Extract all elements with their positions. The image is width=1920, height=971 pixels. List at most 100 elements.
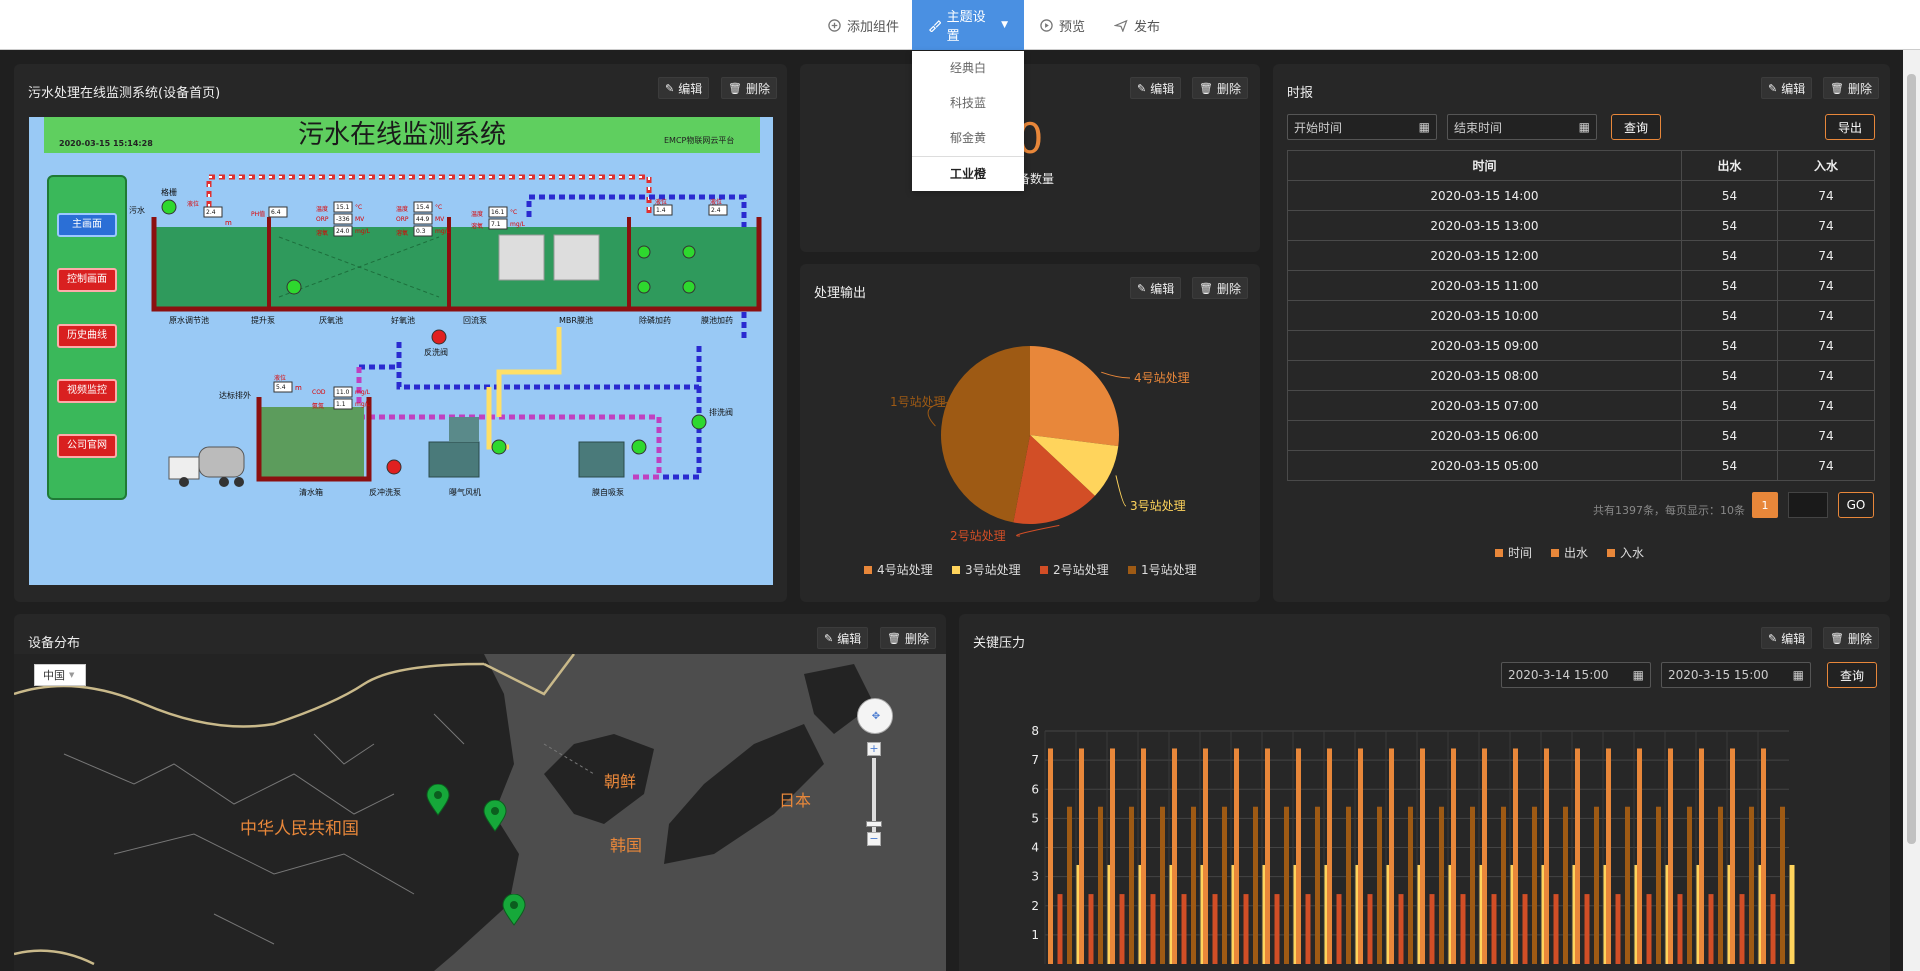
report-query-button[interactable]: 查询 bbox=[1611, 114, 1661, 140]
device-count-delete-button[interactable]: 🗑 删除 bbox=[1192, 77, 1248, 99]
report-legend-item[interactable]: 入水 bbox=[1607, 544, 1644, 561]
bar[interactable] bbox=[1482, 748, 1487, 964]
bar[interactable] bbox=[1119, 894, 1125, 964]
scrollbar-thumb[interactable] bbox=[1907, 74, 1916, 844]
bar[interactable] bbox=[1637, 748, 1642, 964]
bar[interactable] bbox=[1088, 894, 1094, 964]
bar[interactable] bbox=[1780, 806, 1785, 964]
bar[interactable] bbox=[1389, 748, 1394, 964]
map-region-select[interactable]: 中国 ▼ bbox=[34, 664, 86, 686]
map-zoom-out-button[interactable]: − bbox=[867, 832, 881, 846]
bar[interactable] bbox=[1203, 748, 1208, 964]
bar[interactable] bbox=[1770, 894, 1776, 964]
theme-option-tech-blue[interactable]: 科技蓝 bbox=[912, 86, 1024, 121]
bar[interactable] bbox=[1615, 894, 1621, 964]
bar[interactable] bbox=[1656, 806, 1661, 964]
bar[interactable] bbox=[1522, 894, 1528, 964]
map-pan-control[interactable]: ✥ bbox=[857, 698, 893, 734]
bar[interactable] bbox=[1160, 806, 1165, 964]
scada-edit-button[interactable]: ✎ 编辑 bbox=[658, 77, 710, 99]
bar[interactable] bbox=[1377, 806, 1382, 964]
bar[interactable] bbox=[1625, 806, 1630, 964]
bar[interactable] bbox=[1513, 748, 1518, 964]
bar[interactable] bbox=[1789, 864, 1795, 964]
bar[interactable] bbox=[1265, 748, 1270, 964]
report-end-time-input[interactable]: 结束时间 ▦ bbox=[1447, 114, 1597, 140]
bar[interactable] bbox=[1544, 748, 1549, 964]
bar[interactable] bbox=[1439, 806, 1444, 964]
bar[interactable] bbox=[1253, 806, 1258, 964]
bar[interactable] bbox=[1677, 894, 1683, 964]
bar[interactable] bbox=[1584, 894, 1590, 964]
bar[interactable] bbox=[1408, 806, 1413, 964]
pie-legend-item[interactable]: 3号站处理 bbox=[952, 561, 1021, 578]
device-count-edit-button[interactable]: ✎ 编辑 bbox=[1130, 77, 1182, 99]
publish-button[interactable]: 发布 bbox=[1114, 0, 1160, 50]
pie-slice[interactable] bbox=[941, 346, 1030, 523]
bar[interactable] bbox=[1420, 748, 1425, 964]
pie-legend-item[interactable]: 1号站处理 bbox=[1128, 561, 1197, 578]
bar[interactable] bbox=[1367, 894, 1373, 964]
preview-button[interactable]: 预览 bbox=[1040, 0, 1085, 50]
bar[interactable] bbox=[1150, 894, 1156, 964]
scada-delete-button[interactable]: 🗑 删除 bbox=[721, 77, 777, 99]
report-legend-item[interactable]: 时间 bbox=[1495, 544, 1532, 561]
bar[interactable] bbox=[1708, 894, 1714, 964]
bar[interactable] bbox=[1181, 894, 1187, 964]
bar[interactable] bbox=[1048, 748, 1053, 964]
bar[interactable] bbox=[1761, 748, 1766, 964]
map-marker-icon[interactable] bbox=[426, 784, 450, 816]
bar[interactable] bbox=[1346, 806, 1351, 964]
bar[interactable] bbox=[1079, 748, 1084, 964]
bar[interactable] bbox=[1575, 748, 1580, 964]
map-view[interactable]: 中国 ▼ 中华人民共和国 朝鲜 韩国 日本 ✥ + − bbox=[14, 654, 946, 971]
bar[interactable] bbox=[1460, 894, 1466, 964]
theme-option-classic-white[interactable]: 经典白 bbox=[912, 51, 1024, 86]
map-zoom-in-button[interactable]: + bbox=[867, 742, 881, 756]
bar[interactable] bbox=[1129, 806, 1134, 964]
report-start-time-input[interactable]: 开始时间 ▦ bbox=[1287, 114, 1437, 140]
bar[interactable] bbox=[1718, 806, 1723, 964]
bar[interactable] bbox=[1336, 894, 1342, 964]
bar[interactable] bbox=[1451, 748, 1456, 964]
bar[interactable] bbox=[1222, 806, 1227, 964]
report-edit-button[interactable]: ✎ 编辑 bbox=[1761, 77, 1813, 99]
bar[interactable] bbox=[1234, 748, 1239, 964]
bar[interactable] bbox=[1699, 748, 1704, 964]
map-marker-icon[interactable] bbox=[502, 894, 526, 926]
bar[interactable] bbox=[1553, 894, 1559, 964]
bar[interactable] bbox=[1429, 894, 1435, 964]
theme-option-industrial-orange[interactable]: 工业橙 bbox=[912, 156, 1024, 191]
report-delete-button[interactable]: 🗑 删除 bbox=[1823, 77, 1879, 99]
bar[interactable] bbox=[1668, 748, 1673, 964]
bar[interactable] bbox=[1501, 806, 1506, 964]
bar[interactable] bbox=[1296, 748, 1301, 964]
map-marker-icon[interactable] bbox=[483, 800, 507, 832]
pie-slice[interactable] bbox=[1030, 346, 1119, 447]
bar[interactable] bbox=[1491, 894, 1497, 964]
page-scrollbar[interactable] bbox=[1903, 50, 1920, 971]
bar[interactable] bbox=[1739, 894, 1745, 964]
bar[interactable] bbox=[1646, 894, 1652, 964]
map-zoom-handle[interactable] bbox=[866, 821, 882, 827]
bar[interactable] bbox=[1532, 806, 1537, 964]
bar[interactable] bbox=[1067, 806, 1072, 964]
pagination-page-input[interactable] bbox=[1788, 492, 1828, 518]
bar[interactable] bbox=[1358, 748, 1363, 964]
bar[interactable] bbox=[1212, 894, 1218, 964]
bar[interactable] bbox=[1470, 806, 1475, 964]
map-delete-button[interactable]: 🗑 删除 bbox=[880, 627, 936, 649]
bar[interactable] bbox=[1284, 806, 1289, 964]
bar[interactable] bbox=[1315, 806, 1320, 964]
bar[interactable] bbox=[1243, 894, 1249, 964]
bar[interactable] bbox=[1730, 748, 1735, 964]
add-component-button[interactable]: 添加组件 bbox=[828, 0, 899, 50]
pie-legend-item[interactable]: 2号站处理 bbox=[1040, 561, 1109, 578]
bar[interactable] bbox=[1191, 806, 1196, 964]
bar[interactable] bbox=[1274, 894, 1280, 964]
bar[interactable] bbox=[1141, 748, 1146, 964]
report-export-button[interactable]: 导出 bbox=[1825, 114, 1875, 140]
bar[interactable] bbox=[1606, 748, 1611, 964]
bar[interactable] bbox=[1327, 748, 1332, 964]
bar[interactable] bbox=[1398, 894, 1404, 964]
